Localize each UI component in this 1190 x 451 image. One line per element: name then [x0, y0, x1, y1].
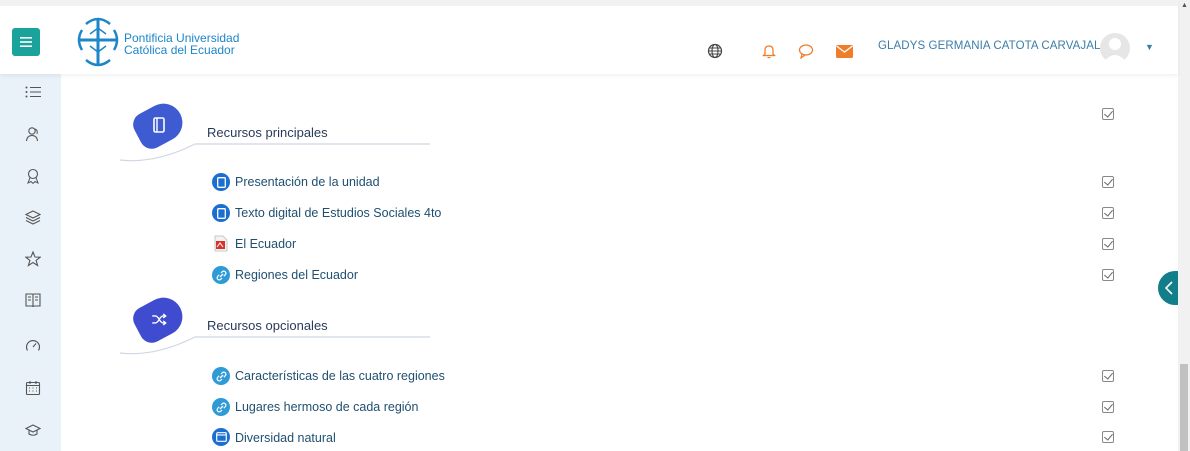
- dashboard-gauge-icon[interactable]: [25, 338, 41, 354]
- course-page: Pontificia Universidad Católica del Ecua…: [0, 0, 1190, 451]
- page-icon: [212, 428, 230, 446]
- star-icon[interactable]: [25, 251, 41, 267]
- chat-icon[interactable]: [797, 42, 815, 60]
- menu-icon[interactable]: [12, 28, 40, 56]
- drawer-toggle-chevron-left-icon[interactable]: [1158, 271, 1180, 305]
- bell-icon[interactable]: [760, 42, 778, 60]
- graduation-cap-icon[interactable]: [25, 422, 41, 438]
- list-icon[interactable]: [25, 84, 41, 100]
- link-icon: [212, 398, 230, 416]
- activity-link[interactable]: Regiones del Ecuador: [235, 268, 358, 282]
- avatar[interactable]: [1100, 33, 1130, 63]
- university-name-line2: Católica del Ecuador: [124, 43, 235, 57]
- top-navbar: Pontificia Universidad Católica del Ecua…: [0, 0, 1178, 74]
- completion-checkbox[interactable]: [1102, 370, 1114, 382]
- section-completion-checkbox[interactable]: [1102, 108, 1114, 120]
- participants-icon[interactable]: [25, 126, 41, 142]
- activity-link[interactable]: Texto digital de Estudios Sociales 4to: [235, 206, 441, 220]
- completion-checkbox[interactable]: [1102, 207, 1114, 219]
- completion-checkbox[interactable]: [1102, 431, 1114, 443]
- completion-checkbox[interactable]: [1102, 176, 1114, 188]
- book-icon: [212, 173, 230, 191]
- activity-link[interactable]: El Ecuador: [235, 237, 296, 251]
- left-navigation: [0, 74, 61, 451]
- link-icon: [212, 367, 230, 385]
- book-icon: [212, 204, 230, 222]
- book-icon[interactable]: [25, 292, 41, 308]
- scrollbar-thumb[interactable]: [1180, 364, 1188, 451]
- completion-checkbox[interactable]: [1102, 269, 1114, 281]
- mail-icon[interactable]: [835, 42, 853, 60]
- activity-link[interactable]: Características de las cuatro regiones: [235, 369, 445, 383]
- university-name[interactable]: Pontificia Universidad Católica del Ecua…: [124, 32, 239, 56]
- globe-icon[interactable]: [706, 42, 724, 60]
- scroll-up-arrow-icon[interactable]: ▲: [1181, 2, 1188, 9]
- completion-checkbox[interactable]: [1102, 401, 1114, 413]
- pdf-icon: [212, 234, 230, 252]
- badge-icon[interactable]: [25, 168, 41, 184]
- activity-link[interactable]: Diversidad natural: [235, 431, 336, 445]
- layers-icon[interactable]: [25, 209, 41, 225]
- calendar-icon[interactable]: [25, 380, 41, 396]
- link-icon: [212, 266, 230, 284]
- user-name[interactable]: GLADYS GERMANIA CATOTA CARVAJAL: [878, 40, 1101, 52]
- section-title[interactable]: Recursos opcionales: [207, 318, 328, 333]
- section-title[interactable]: Recursos principales: [207, 125, 328, 140]
- activity-link[interactable]: Lugares hermoso de cada región: [235, 400, 418, 414]
- activity-link[interactable]: Presentación de la unidad: [235, 175, 380, 189]
- caret-down-icon[interactable]: ▼: [1145, 42, 1154, 52]
- university-logo-icon[interactable]: [76, 16, 121, 68]
- completion-checkbox[interactable]: [1102, 238, 1114, 250]
